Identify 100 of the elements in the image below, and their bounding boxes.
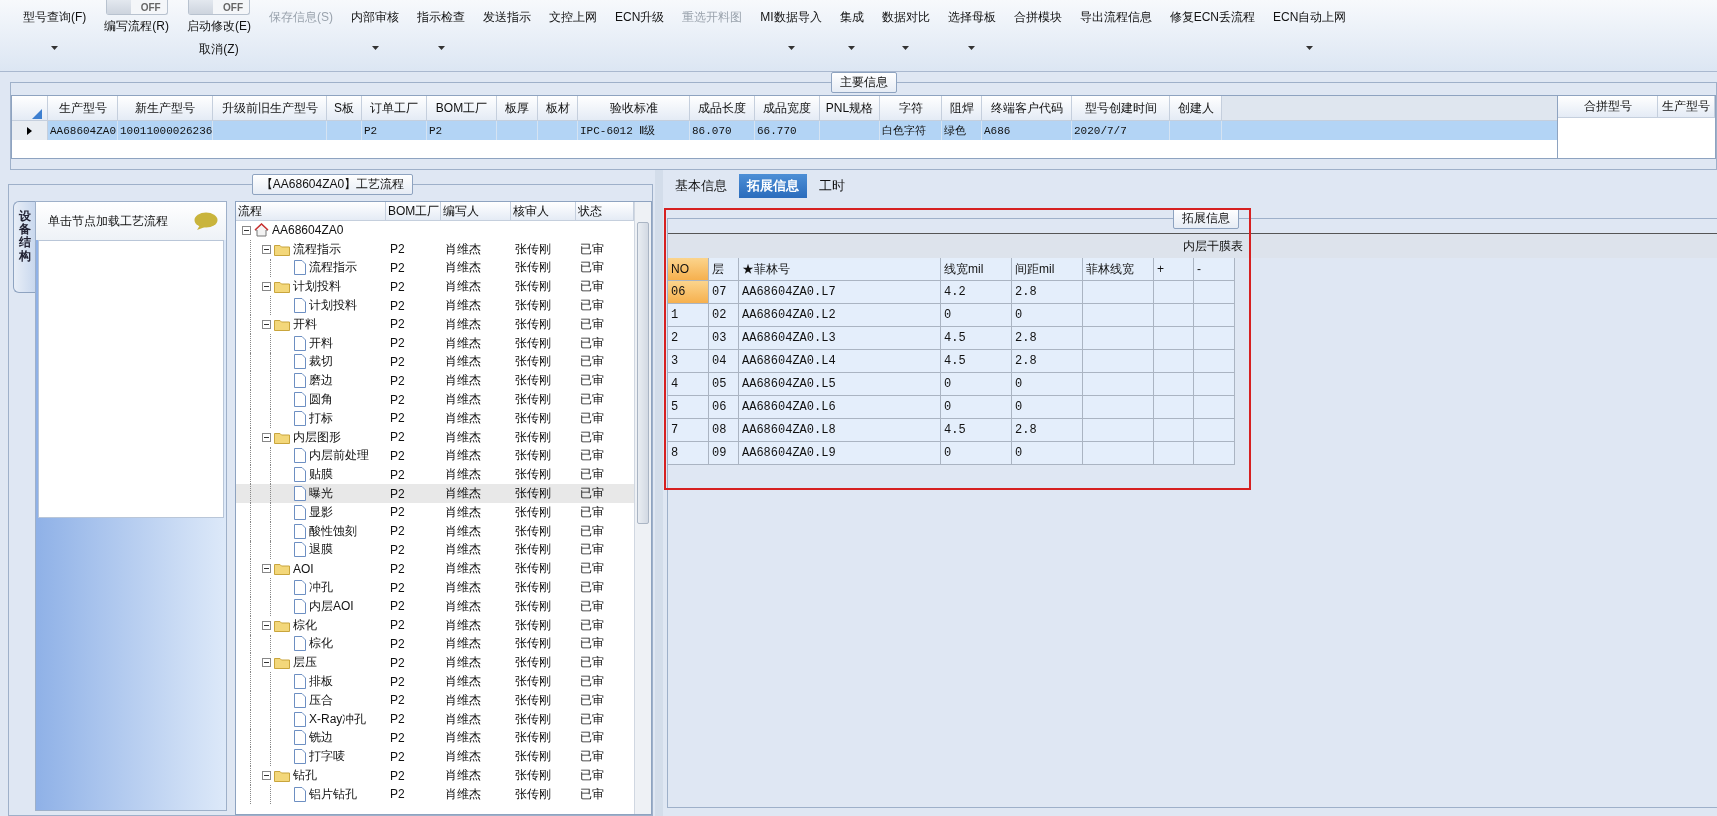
column-header[interactable]: 订单工厂	[362, 96, 427, 121]
tree-row[interactable]: 裁切 P2 肖维杰 张传刚 已审	[236, 352, 634, 372]
tree-row[interactable]: 铝片钻孔 P2 肖维杰 张传刚 已审	[236, 784, 634, 804]
table-cell[interactable]: 3	[668, 350, 709, 373]
table-cell[interactable]	[1154, 281, 1194, 304]
row-header[interactable]	[12, 121, 48, 140]
tree-row[interactable]: 打字唛 P2 肖维杰 张传刚 已审	[236, 747, 634, 767]
table-cell[interactable]	[1154, 396, 1194, 419]
table-cell[interactable]: 2	[668, 327, 709, 350]
toolbar-button[interactable]: MI数据导入	[757, 0, 825, 54]
table-cell[interactable]: AA68604ZA0.L4	[739, 350, 941, 373]
tree-row[interactable]: 开料 P2 肖维杰 张传刚 已审	[236, 315, 634, 334]
collapse-icon[interactable]	[262, 432, 271, 442]
toggle-switch[interactable]: OFF	[188, 0, 250, 15]
table-row[interactable]: AA68604ZA0 10011000026236 P2 P2 IPC-6012 Ⅱ级 86.070 66.770 白色字符 绿色 A686 2020/7/7	[12, 121, 1557, 140]
table-cell[interactable]: 0	[941, 396, 1012, 419]
splitter[interactable]	[655, 170, 663, 816]
table-cell[interactable]: 4	[668, 373, 709, 396]
table-cell[interactable]: AA68604ZA0.L2	[739, 304, 941, 327]
table-cell[interactable]: 06	[709, 396, 739, 419]
table-cell[interactable]: 06	[668, 281, 709, 304]
column-header[interactable]: +	[1154, 258, 1194, 281]
collapse-icon[interactable]	[262, 319, 271, 329]
column-header[interactable]: 成品长度	[690, 96, 755, 121]
table-cell[interactable]: 4.5	[941, 419, 1012, 442]
table-cell[interactable]: 2.8	[1012, 327, 1083, 350]
table-cell[interactable]	[1083, 327, 1154, 350]
column-header[interactable]: S板	[327, 96, 362, 121]
toolbar-button[interactable]: 内部审核	[348, 0, 402, 54]
table-cell[interactable]	[1154, 350, 1194, 373]
table-cell[interactable]: 09	[709, 442, 739, 465]
table-cell[interactable]: 0	[941, 304, 1012, 327]
tree-row[interactable]: 内层AOI P2 肖维杰 张传刚 已审	[236, 596, 634, 616]
table-cell[interactable]	[1083, 373, 1154, 396]
table-cell[interactable]: 4.5	[941, 350, 1012, 373]
column-header[interactable]: 层	[709, 258, 739, 281]
tree-row[interactable]: 冲孔 P2 肖维杰 张传刚 已审	[236, 578, 634, 597]
table-cell[interactable]: 0	[1012, 442, 1083, 465]
tree-row[interactable]: 开料 P2 肖维杰 张传刚 已审	[236, 333, 634, 353]
column-header[interactable]: 型号创建时间	[1072, 96, 1170, 121]
table-cell[interactable]	[1083, 304, 1154, 327]
table-cell[interactable]: 08	[709, 419, 739, 442]
column-header[interactable]: 核审人	[511, 202, 576, 220]
toolbar-button[interactable]: 选择母板	[944, 0, 999, 54]
table-cell[interactable]	[1083, 281, 1154, 304]
column-header[interactable]: 线宽mil	[941, 258, 1012, 281]
toolbar-button[interactable]: 合拼模块	[1010, 0, 1065, 54]
table-cell[interactable]	[1083, 350, 1154, 373]
table-cell[interactable]	[1194, 419, 1235, 442]
column-header[interactable]: 阻焊	[942, 96, 982, 121]
table-cell[interactable]: AA68604ZA0.L7	[739, 281, 941, 304]
collapse-icon[interactable]	[262, 620, 271, 630]
toolbar-button[interactable]: 启动修改(E)	[184, 15, 254, 38]
table-cell[interactable]: AA68604ZA0.L6	[739, 396, 941, 419]
table-cell[interactable]: 02	[709, 304, 739, 327]
toolbar-button[interactable]: 编写流程(R)	[101, 15, 172, 38]
column-header[interactable]: 成品宽度	[755, 96, 820, 121]
table-cell[interactable]: AA68604ZA0.L8	[739, 419, 941, 442]
table-cell[interactable]: 2.8	[1012, 350, 1083, 373]
table-cell[interactable]	[1194, 281, 1235, 304]
column-header[interactable]: 创建人	[1170, 96, 1222, 121]
table-cell[interactable]	[1194, 396, 1235, 419]
column-header[interactable]: NO	[668, 258, 709, 281]
table-cell[interactable]	[1194, 442, 1235, 465]
toolbar-button[interactable]: ECN升级	[612, 0, 668, 54]
table-cell[interactable]: 0	[1012, 304, 1083, 327]
tree-row[interactable]: 排板 P2 肖维杰 张传刚 已审	[236, 672, 634, 691]
tree-row[interactable]: 曝光 P2 肖维杰 张传刚 已审	[236, 484, 634, 503]
toolbar-button[interactable]: 发送指示	[480, 0, 534, 54]
column-header[interactable]: 间距mil	[1012, 258, 1083, 281]
tree-row[interactable]: 显影 P2 肖维杰 张传刚 已审	[236, 502, 634, 522]
table-cell[interactable]: AA68604ZA0.L9	[739, 442, 941, 465]
column-header[interactable]: 菲林线宽	[1083, 258, 1154, 281]
table-cell[interactable]: 03	[709, 327, 739, 350]
column-header[interactable]: ★菲林号	[739, 258, 941, 281]
tree-row[interactable]: 层压 P2 肖维杰 张传刚 已审	[236, 653, 634, 673]
toolbar-button[interactable]: 取消(Z)	[196, 38, 242, 61]
table-cell[interactable]: 2.8	[1012, 281, 1083, 304]
column-header[interactable]: 生产型号	[48, 96, 118, 121]
toolbar-button[interactable]: 修复ECN丢流程	[1166, 0, 1259, 54]
column-header[interactable]: 板材	[538, 96, 578, 121]
table-cell[interactable]: 1	[668, 304, 709, 327]
scrollbar[interactable]	[634, 202, 651, 814]
tree-row[interactable]: 酸性蚀刻 P2 肖维杰 张传刚 已审	[236, 521, 634, 541]
column-header[interactable]: BOM工厂	[427, 96, 497, 121]
toolbar-button[interactable]: 数据对比	[878, 0, 933, 54]
table-cell[interactable]: 07	[709, 281, 739, 304]
column-header[interactable]: 编写人	[441, 202, 511, 220]
table-cell[interactable]	[1154, 419, 1194, 442]
table-cell[interactable]	[1194, 350, 1235, 373]
table-cell[interactable]: 2.8	[1012, 419, 1083, 442]
table-cell[interactable]: 8	[668, 442, 709, 465]
table-cell[interactable]: 0	[1012, 373, 1083, 396]
toolbar-button[interactable]: 型号查询(F)	[20, 0, 90, 54]
table-cell[interactable]	[1154, 304, 1194, 327]
tree-row[interactable]: 铣边 P2 肖维杰 张传刚 已审	[236, 728, 634, 748]
table-cell[interactable]: 0	[941, 373, 1012, 396]
tree-row[interactable]: AA68604ZA0	[236, 221, 634, 240]
tree-row[interactable]: 棕化 P2 肖维杰 张传刚 已审	[236, 634, 634, 654]
collapse-icon[interactable]	[242, 225, 251, 235]
